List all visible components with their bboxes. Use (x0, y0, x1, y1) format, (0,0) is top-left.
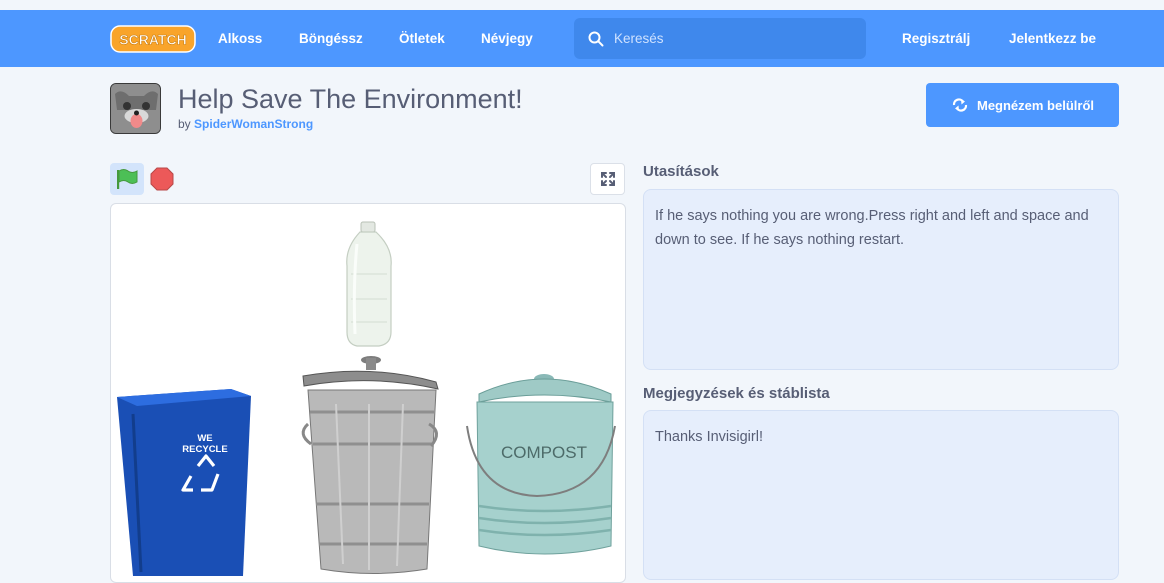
green-flag-icon (117, 169, 138, 189)
bottle-sprite (346, 221, 392, 347)
author-avatar[interactable] (110, 83, 161, 134)
fullscreen-button[interactable] (590, 163, 625, 195)
recycle-label-line1: WE (197, 433, 212, 444)
project-byline: by SpiderWomanStrong (178, 117, 313, 131)
notes-box: Thanks Invisigirl! (643, 410, 1119, 580)
instructions-heading: Utasítások (643, 163, 719, 180)
see-inside-label: Megnézem belülről (976, 97, 1095, 113)
scratch-logo[interactable]: SCRATCH (110, 25, 196, 53)
stop-icon (150, 167, 174, 191)
top-navbar: SCRATCH Alkoss Böngéssz Ötletek Névjegy … (0, 10, 1164, 67)
instructions-text: If he says nothing you are wrong.Press r… (655, 208, 1089, 248)
nav-create[interactable]: Alkoss (218, 10, 262, 67)
login-link[interactable]: Jelentkezz be (1009, 10, 1096, 67)
search-box[interactable] (574, 18, 866, 59)
recycle-label-line2: RECYCLE (182, 444, 227, 455)
notes-heading: Megjegyzések és stáblista (643, 385, 830, 402)
compost-bin-sprite: COMPOST (466, 374, 616, 555)
nav-ideas[interactable]: Ötletek (399, 10, 445, 67)
author-link[interactable]: SpiderWomanStrong (194, 117, 313, 131)
logo-text: SCRATCH (119, 32, 186, 48)
project-title: Help Save The Environment! (178, 84, 523, 114)
nav-explore[interactable]: Böngéssz (299, 10, 363, 67)
stop-button[interactable] (149, 166, 175, 192)
search-icon (588, 31, 604, 46)
see-inside-button[interactable]: Megnézem belülről (926, 83, 1119, 127)
nav-about[interactable]: Névjegy (481, 10, 533, 67)
fullscreen-icon (600, 172, 615, 186)
compost-label: COMPOST (501, 443, 587, 462)
register-link[interactable]: Regisztrálj (902, 10, 970, 67)
remix-arrows-icon (952, 98, 968, 112)
search-input[interactable] (614, 31, 854, 46)
by-prefix: by (178, 117, 191, 131)
green-flag-button[interactable] (110, 163, 144, 195)
instructions-box: If he says nothing you are wrong.Press r… (643, 189, 1119, 370)
trash-can-sprite (301, 356, 439, 574)
recycle-bin-sprite: WE RECYCLE (117, 389, 251, 576)
notes-text: Thanks Invisigirl! (655, 429, 763, 445)
project-stage[interactable]: WE RECYCLE COMPOST (110, 203, 626, 583)
